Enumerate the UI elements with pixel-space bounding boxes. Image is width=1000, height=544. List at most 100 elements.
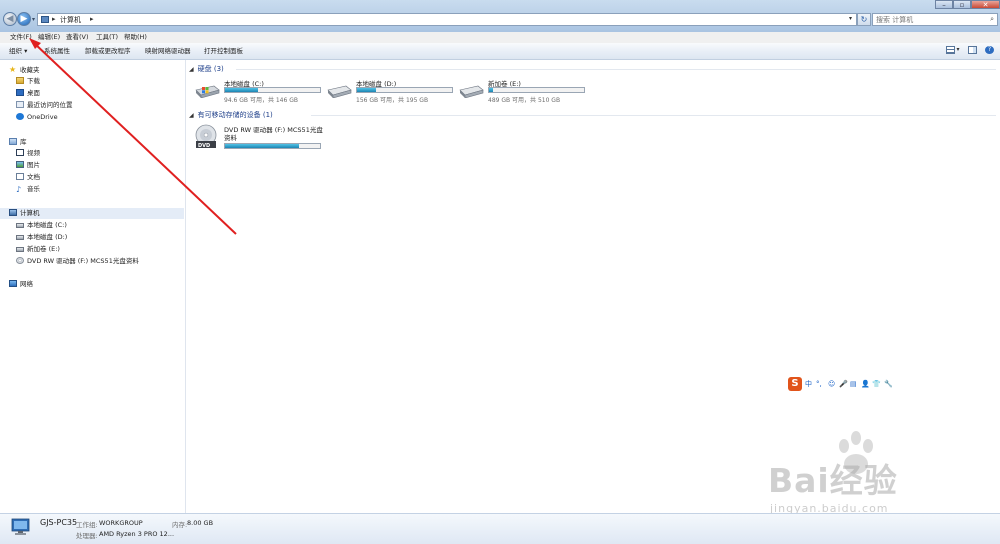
windows-drive-icon: [195, 85, 220, 98]
hard-drive-icon: [459, 85, 484, 98]
ime-skin-icon[interactable]: 👕: [872, 378, 881, 390]
view-chevron-down-icon[interactable]: ▾: [957, 46, 960, 53]
star-icon: ★: [9, 65, 17, 74]
nav-item-dvd-drive[interactable]: DVD RW 驱动器 (F:) MCS51光盘资料: [16, 256, 139, 267]
search-box[interactable]: ⌕: [872, 13, 998, 26]
menu-help[interactable]: 帮助(H): [121, 32, 150, 43]
ime-toolbar: S 中 °, ☺ 🎤 ▤ 👤 👕 🔧: [788, 377, 896, 391]
refresh-button[interactable]: ↻: [857, 13, 871, 26]
map-network-drive-button[interactable]: 映射网络驱动器: [145, 43, 191, 59]
nav-item-desktop[interactable]: 桌面: [16, 88, 40, 99]
drive-free-space: 489 GB 可用，共 510 GB: [488, 97, 561, 104]
search-input[interactable]: [873, 14, 984, 25]
nav-item-downloads[interactable]: 下载: [16, 76, 40, 87]
nav-label: 本地磁盘 (C:): [27, 221, 67, 229]
menu-view[interactable]: 查看(V): [63, 32, 92, 43]
nav-item-recent-places[interactable]: 最近访问的位置: [16, 100, 73, 111]
organize-button[interactable]: 组织 ▾: [9, 43, 27, 59]
breadcrumb-computer[interactable]: 计算机: [60, 15, 81, 25]
nav-item-videos[interactable]: 视频: [16, 148, 40, 159]
nav-label: 计算机: [20, 209, 40, 217]
dvd-icon-label: DVD: [198, 143, 210, 149]
nav-label: OneDrive: [27, 113, 58, 121]
drive-usage-fill: [357, 88, 376, 92]
drive-free-space: 94.6 GB 可用，共 146 GB: [224, 97, 298, 104]
system-properties-button[interactable]: 系统属性: [44, 43, 70, 59]
menu-file[interactable]: 文件(F): [7, 32, 35, 43]
refresh-icon: ↻: [860, 15, 868, 24]
ime-emoji-icon[interactable]: ☺: [828, 378, 835, 390]
nav-label: 新加卷 (E:): [27, 245, 60, 253]
collapse-chevron-icon[interactable]: ◢: [189, 66, 194, 73]
toolbar-right-group: ▾ ?: [940, 46, 994, 56]
search-icon[interactable]: ⌕: [990, 15, 994, 24]
ime-microphone-icon[interactable]: 🎤: [839, 378, 848, 390]
help-icon[interactable]: ?: [985, 46, 994, 54]
nav-item-music[interactable]: ♪ 音乐: [16, 184, 40, 195]
history-dropdown-icon[interactable]: ▾: [32, 16, 35, 23]
navigation-pane: ★ 收藏夹 下载 桌面 最近访问的位置 OneDrive 库 视频 图片 文档 ♪…: [0, 60, 186, 513]
nav-item-onedrive[interactable]: OneDrive: [16, 112, 58, 123]
maximize-button[interactable]: ▫: [953, 0, 971, 9]
music-note-icon: ♪: [16, 185, 22, 194]
ime-user-icon[interactable]: 👤: [861, 378, 870, 390]
documents-icon: [16, 173, 24, 180]
baidu-watermark: Bai经验 jingyan.baidu.com: [768, 430, 948, 520]
hard-drive-icon: [16, 235, 24, 240]
dvd-name-line1: DVD RW 驱动器 (F:) MCS51光盘: [224, 126, 323, 134]
dvd-disc-icon: [16, 257, 24, 264]
drive-tile-e[interactable]: 新加卷 (E:) 489 GB 可用，共 510 GB: [458, 78, 588, 104]
nav-favorites[interactable]: ★ 收藏夹: [9, 64, 40, 75]
nav-libraries[interactable]: 库: [9, 137, 27, 148]
menu-edit[interactable]: 编辑(E): [35, 32, 63, 43]
workgroup-value: WORKGROUP: [99, 519, 143, 527]
back-button[interactable]: ◀: [3, 12, 17, 26]
drive-tile-d[interactable]: 本地磁盘 (D:) 156 GB 可用，共 195 GB: [326, 78, 456, 104]
address-bar[interactable]: ▸ 计算机 ▸ ▾: [37, 13, 857, 26]
ime-settings-wrench-icon[interactable]: 🔧: [884, 378, 893, 390]
close-button[interactable]: ✕: [971, 0, 1000, 9]
title-bar: ◀ ▶ ▾ ▸ 计算机 ▸ ▾ ↻ ⌕ – ▫ ✕: [0, 0, 1000, 32]
group-hard-drives[interactable]: ◢ 硬盘 (3): [189, 64, 224, 74]
nav-label: 最近访问的位置: [27, 101, 73, 109]
group-label: 硬盘 (3): [197, 65, 224, 73]
nav-item-pictures[interactable]: 图片: [16, 160, 40, 171]
nav-label: 音乐: [27, 185, 40, 193]
address-dropdown-icon[interactable]: ▾: [849, 15, 852, 22]
ime-punctuation-icon[interactable]: °,: [816, 378, 822, 390]
command-bar: 组织 ▾ 系统属性 卸载或更改程序 映射网络驱动器 打开控制面板 ▾ ?: [0, 43, 1000, 60]
drive-usage-bar: [356, 87, 453, 93]
nav-computer[interactable]: 计算机: [9, 208, 40, 219]
sogou-logo-icon[interactable]: S: [788, 377, 802, 391]
ime-keyboard-icon[interactable]: ▤: [850, 378, 857, 390]
nav-item-drive-d[interactable]: 本地磁盘 (D:): [16, 232, 67, 243]
group-removable-storage[interactable]: ◢ 有可移动存储的设备 (1): [189, 110, 273, 120]
nav-label: 库: [20, 138, 27, 146]
drive-tile-dvd[interactable]: DVD DVD RW 驱动器 (F:) MCS51光盘 资料: [194, 124, 344, 149]
drive-tile-c[interactable]: 本地磁盘 (C:) 94.6 GB 可用，共 146 GB: [194, 78, 324, 104]
nav-item-documents[interactable]: 文档: [16, 172, 40, 183]
video-icon: [16, 149, 24, 156]
change-view-icon[interactable]: [945, 46, 955, 54]
minimize-button[interactable]: –: [935, 0, 953, 9]
collapse-chevron-icon[interactable]: ◢: [189, 112, 194, 119]
preview-pane-icon[interactable]: [967, 46, 977, 54]
nav-label: 收藏夹: [20, 66, 40, 74]
computer-icon: [9, 209, 17, 216]
menu-tools[interactable]: 工具(T): [93, 32, 121, 43]
open-control-panel-button[interactable]: 打开控制面板: [204, 43, 243, 59]
recent-places-icon: [16, 101, 24, 108]
breadcrumb-arrow-icon[interactable]: ▸: [52, 15, 56, 23]
ime-chinese-mode-icon[interactable]: 中: [805, 378, 812, 390]
forward-arrow-icon: ▶: [20, 14, 28, 24]
nav-item-drive-c[interactable]: 本地磁盘 (C:): [16, 220, 67, 231]
breadcrumb-arrow-icon[interactable]: ▸: [90, 15, 94, 23]
forward-button[interactable]: ▶: [17, 12, 31, 26]
group-label: 有可移动存储的设备 (1): [197, 111, 273, 119]
hard-drive-icon: [16, 247, 24, 252]
drive-usage-bar: [488, 87, 585, 93]
nav-network[interactable]: 网络: [9, 279, 33, 290]
uninstall-program-button[interactable]: 卸载或更改程序: [85, 43, 131, 59]
nav-item-drive-e[interactable]: 新加卷 (E:): [16, 244, 60, 255]
library-icon: [9, 138, 17, 145]
